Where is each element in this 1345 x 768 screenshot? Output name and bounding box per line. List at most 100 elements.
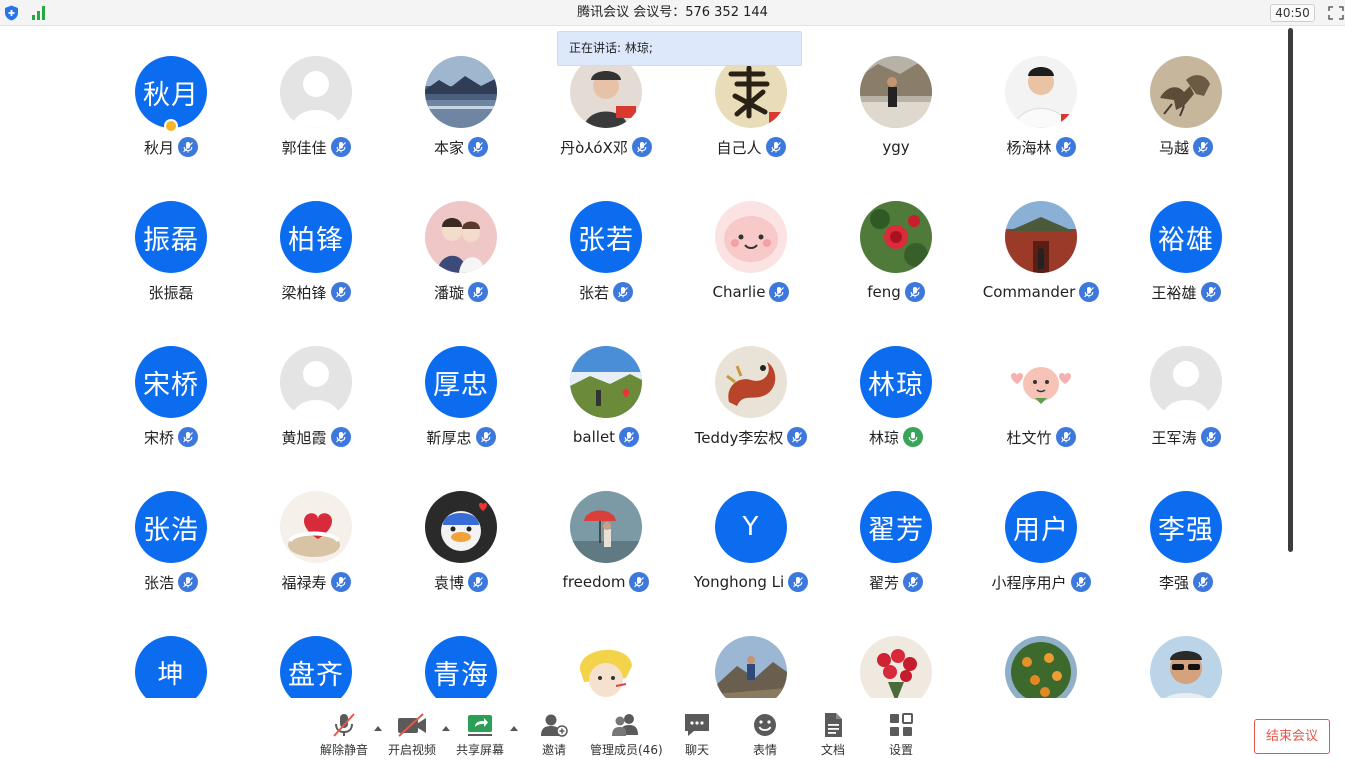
- participant-tile[interactable]: [681, 636, 821, 698]
- participant-name-row: 王军涛: [1086, 427, 1286, 447]
- share-screen-button[interactable]: 共享屏幕: [456, 712, 504, 764]
- mic-muted-icon: [613, 282, 633, 302]
- participant-name: 梁柏锋: [281, 283, 327, 302]
- participant-avatar: 李强: [1150, 491, 1222, 563]
- start-video-button[interactable]: 开启视频: [388, 712, 436, 764]
- participant-tile[interactable]: 秋月 秋月: [101, 56, 241, 186]
- share-screen-icon: [468, 715, 492, 736]
- participant-name: 潘璇: [433, 283, 464, 302]
- participant-avatar-photo: [570, 636, 642, 698]
- participant-avatar-photo: [860, 636, 932, 698]
- manage-members-button[interactable]: 管理成员(46): [590, 712, 663, 764]
- participant-tile[interactable]: [971, 636, 1111, 698]
- participant-avatar: 秋月: [135, 56, 207, 128]
- participant-tile[interactable]: 袁博: [391, 491, 531, 621]
- participant-name: 秋月: [143, 138, 174, 157]
- participant-tile[interactable]: ygy: [826, 56, 966, 186]
- participant-tile[interactable]: 坤: [101, 636, 241, 698]
- participant-tile[interactable]: ballet: [536, 346, 676, 476]
- chat-button[interactable]: 聊天: [673, 712, 721, 764]
- mic-muted-icon: [178, 137, 198, 157]
- video-options-caret[interactable]: [442, 726, 450, 731]
- participant-tile[interactable]: [1116, 636, 1256, 698]
- participant-avatar-photo: [280, 491, 352, 563]
- participant-name: 杜文竹: [1006, 428, 1052, 447]
- participant-tile[interactable]: Charlie: [681, 201, 821, 331]
- participant-tile[interactable]: Teddy李宏权: [681, 346, 821, 476]
- participant-tile[interactable]: 潘璇: [391, 201, 531, 331]
- participant-avatar-photo: [570, 491, 642, 563]
- participant-tile[interactable]: 福禄寿: [246, 491, 386, 621]
- participant-name: 马越: [1158, 138, 1189, 157]
- participant-tile[interactable]: 厚忠 靳厚忠: [391, 346, 531, 476]
- participant-avatar-photo: [425, 201, 497, 273]
- mic-muted-icon: [178, 572, 198, 592]
- active-speaker-banner: 正在讲话: 林琼;: [557, 31, 802, 66]
- unmute-options-caret[interactable]: [374, 726, 382, 731]
- fullscreen-icon[interactable]: [1328, 6, 1344, 20]
- mic-muted-icon: [903, 572, 923, 592]
- mic-muted-icon: [765, 137, 786, 157]
- mic-muted-icon: [904, 282, 925, 302]
- participant-tile[interactable]: Commander: [971, 201, 1111, 331]
- end-meeting-button[interactable]: 结束会议: [1254, 719, 1330, 754]
- participant-avatar: 柏锋: [280, 201, 352, 273]
- reactions-button[interactable]: 表情: [741, 712, 789, 764]
- participant-tile[interactable]: feng: [826, 201, 966, 331]
- participant-name: 丹ò⅄óX邓: [560, 138, 628, 157]
- documents-button[interactable]: 文档: [809, 712, 857, 764]
- smiley-icon: [754, 714, 776, 736]
- participant-tile[interactable]: Y Yonghong Li: [681, 491, 821, 621]
- participant-tile[interactable]: 马越: [1116, 56, 1256, 186]
- share-options-caret[interactable]: [510, 726, 518, 731]
- mic-muted-icon: [330, 427, 351, 447]
- participant-name: ballet: [572, 428, 616, 446]
- participant-name: 福禄寿: [281, 573, 327, 592]
- participant-tile[interactable]: 本家: [391, 56, 531, 186]
- unmute-button[interactable]: 解除静音: [320, 712, 368, 764]
- participant-tile[interactable]: 裕雄 王裕雄: [1116, 201, 1256, 331]
- participant-tile[interactable]: 青海: [391, 636, 531, 698]
- participant-tile[interactable]: 林琼 林琼: [826, 346, 966, 476]
- participant-tile[interactable]: 自己人: [681, 56, 821, 186]
- participant-tile[interactable]: 张浩 张浩: [101, 491, 241, 621]
- participant-avatar-photo: [715, 346, 787, 418]
- mic-muted-icon: [475, 427, 496, 447]
- grid-scrollbar[interactable]: [1288, 28, 1293, 552]
- participant-name: 王军涛: [1151, 428, 1197, 447]
- participant-avatar-photo: [860, 201, 932, 273]
- participant-tile[interactable]: 盘齐: [246, 636, 386, 698]
- participant-tile[interactable]: 杨海林: [971, 56, 1111, 186]
- participant-tile[interactable]: 张若 张若: [536, 201, 676, 331]
- mic-muted-icon: [330, 572, 351, 592]
- participant-avatar-photo: [860, 56, 932, 128]
- host-badge-icon: [164, 119, 178, 133]
- participant-tile[interactable]: 柏锋 梁柏锋: [246, 201, 386, 331]
- participant-tile[interactable]: 翟芳 翟芳: [826, 491, 966, 621]
- participant-tile[interactable]: 李强 李强: [1116, 491, 1256, 621]
- participant-avatar: 林琼: [860, 346, 932, 418]
- mic-muted-icon: [330, 282, 351, 302]
- participant-tile[interactable]: 丹ò⅄óX邓: [536, 56, 676, 186]
- participant-name: ygy: [882, 138, 910, 156]
- participant-tile[interactable]: 用户 小程序用户: [971, 491, 1111, 621]
- participant-tile[interactable]: [826, 636, 966, 698]
- participant-tile[interactable]: freedom: [536, 491, 676, 621]
- participant-avatar-photo: [715, 56, 787, 128]
- settings-button[interactable]: 设置: [877, 712, 925, 764]
- participant-name: 黄旭霞: [281, 428, 327, 447]
- mic-muted-icon: [178, 427, 198, 447]
- participant-tile[interactable]: 郭佳佳: [246, 56, 386, 186]
- participant-tile[interactable]: 宋桥 宋桥: [101, 346, 241, 476]
- participant-name: 张若: [578, 283, 609, 302]
- participant-tile[interactable]: 王军涛: [1116, 346, 1256, 476]
- participant-avatar-photo: [715, 636, 787, 698]
- participant-avatar: 裕雄: [1150, 201, 1222, 273]
- participant-tile[interactable]: 黄旭霞: [246, 346, 386, 476]
- participant-avatar-photo: [1150, 56, 1222, 128]
- meeting-toolbar: 解除静音 开启视频 共享屏幕 邀请 管理成员(46) 聊天 表情 文档 设置: [0, 698, 1345, 768]
- participant-tile[interactable]: 振磊 张振磊: [101, 201, 241, 331]
- invite-button[interactable]: 邀请: [530, 712, 578, 764]
- participant-tile[interactable]: 杜文竹: [971, 346, 1111, 476]
- participant-tile[interactable]: [536, 636, 676, 698]
